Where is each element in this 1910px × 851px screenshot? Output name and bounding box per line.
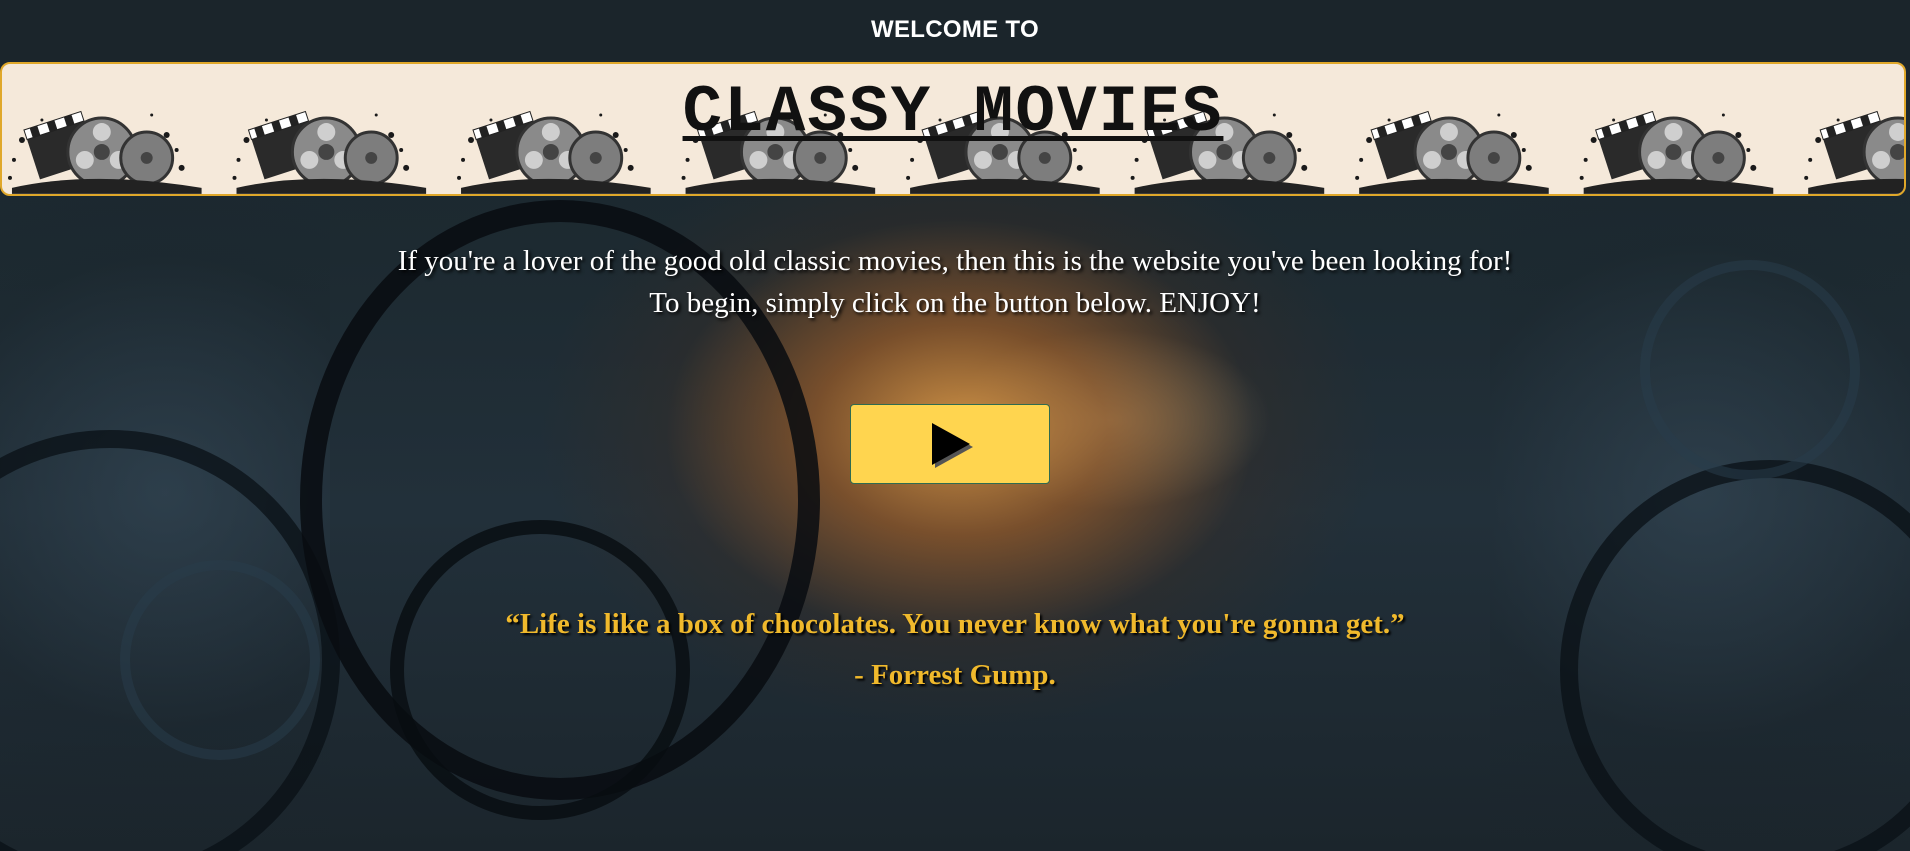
page: WELCOME TO CLASSY MOVIES If you're a lov… [0,0,1910,851]
play-button[interactable] [850,404,1050,484]
title-banner: CLASSY MOVIES [0,62,1906,196]
intro-text: If you're a lover of the good old classi… [0,240,1910,324]
intro-line-1: If you're a lover of the good old classi… [397,245,1513,277]
welcome-heading: WELCOME TO [0,0,1910,60]
quote-text: “Life is like a box of chocolates. You n… [505,608,1405,640]
site-title: CLASSY MOVIES [2,74,1904,152]
site-title-text: CLASSY MOVIES [682,75,1224,150]
quote-author: - Forrest Gump. [854,659,1056,691]
movie-quote: “Life is like a box of chocolates. You n… [0,604,1910,706]
intro-line-2: To begin, simply click on the button bel… [649,287,1261,319]
play-icon [932,423,973,468]
